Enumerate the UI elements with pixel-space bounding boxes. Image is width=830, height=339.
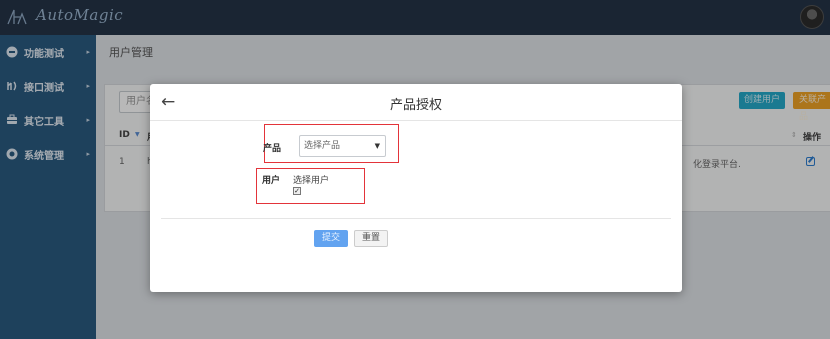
product-select-value: 选择产品 bbox=[304, 141, 341, 151]
submit-button[interactable]: 提交 bbox=[314, 230, 348, 247]
product-select[interactable]: 选择产品 ▼ bbox=[299, 135, 386, 157]
user-checkbox[interactable]: ✓ bbox=[293, 187, 301, 195]
divider bbox=[150, 120, 682, 121]
caret-down-icon: ▼ bbox=[374, 142, 380, 150]
user-label: 用户 bbox=[262, 176, 281, 186]
product-authorization-dialog: ← 产品授权 产品 选择产品 ▼ 用户 选择用户 ✓ 提交 重置 bbox=[150, 84, 682, 292]
divider bbox=[161, 218, 671, 219]
reset-button[interactable]: 重置 bbox=[354, 230, 388, 247]
product-label: 产品 bbox=[263, 144, 282, 154]
user-select-text[interactable]: 选择用户 bbox=[293, 173, 329, 186]
dialog-title: 产品授权 bbox=[389, 98, 442, 113]
